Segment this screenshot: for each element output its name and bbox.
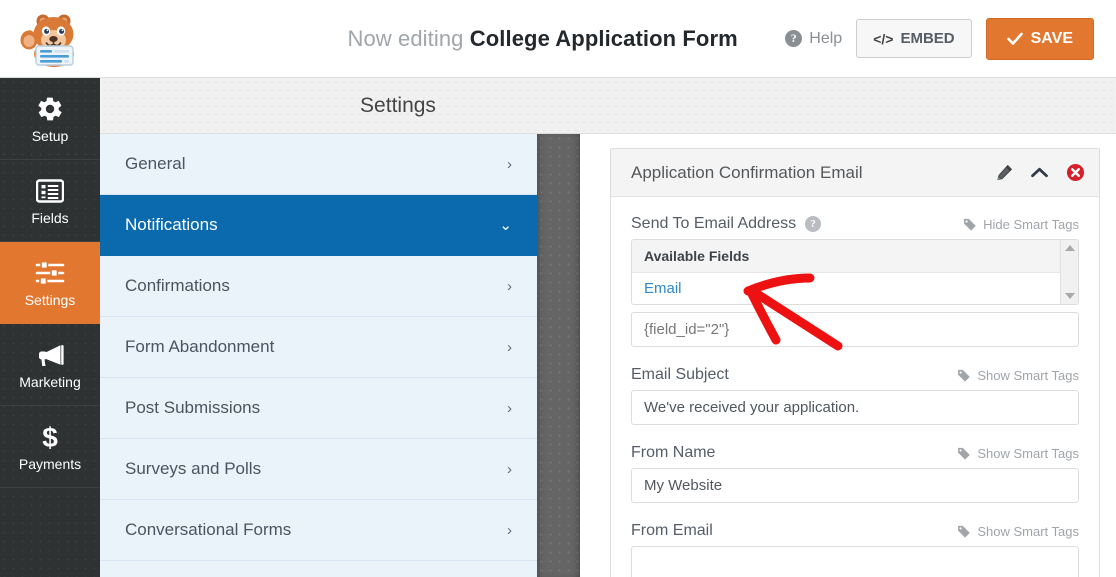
red-delete-circle-icon[interactable] [1066,163,1085,182]
sidebar-item-fields[interactable]: Fields [0,160,100,242]
chevron-right-icon: › [507,460,512,478]
menu-item-label: Notifications [125,215,218,234]
from-name-input[interactable] [631,468,1079,503]
sidebar-item-settings[interactable]: Settings [0,242,100,324]
tag-icon [958,369,971,382]
dollar-sign-icon: $ [38,422,62,452]
editing-prefix: Now editing [347,25,464,51]
notification-card-body: Send To Email Address ? Hide Smart Tags … [611,197,1099,577]
tag-icon [958,525,971,538]
scroll-down-arrow-icon[interactable] [1064,293,1075,299]
from-email-row: From Email Show Smart Tags [631,522,1079,540]
notification-card: Application Confirmation Email Send To E… [610,148,1100,577]
sidebar-item-setup[interactable]: Setup [0,78,100,160]
menu-item-label: General [125,154,186,173]
sidebar-item-label: Fields [31,209,69,226]
chevron-right-icon: › [507,338,512,356]
hide-smart-tags-link[interactable]: Hide Smart Tags [963,217,1079,232]
code-brackets-icon: </> [873,30,894,47]
check-icon [1006,32,1023,45]
question-circle-icon: ? [785,30,803,47]
chevron-right-icon: › [507,521,512,539]
show-smart-tags-link-from-email[interactable]: Show Smart Tags [957,524,1079,539]
from-email-label: From Email [631,522,713,539]
menu-item-label: Surveys and Polls [125,459,262,478]
megaphone-icon [35,340,65,370]
menu-item-label: Confirmations [125,276,230,295]
app-header: Now editing College Application Form ? H… [0,0,1116,78]
settings-menu-item-post-submissions[interactable]: Post Submissions › [100,378,537,439]
notification-settings-pane: Application Confirmation Email Send To E… [580,134,1116,577]
chevron-right-icon: › [507,277,512,295]
email-subject-label: Email Subject [631,366,729,383]
wpforms-bear-logo [0,0,100,78]
menu-item-label: Conversational Forms [125,520,292,539]
builder-sidebar: Setup Fields Settings Marketing $ Paymen… [0,78,100,577]
scroll-up-arrow-icon[interactable] [1064,245,1075,251]
settings-menu-item-surveys-and-polls[interactable]: Surveys and Polls › [100,439,537,500]
notification-title: Application Confirmation Email [631,162,863,182]
send-to-email-input[interactable] [631,312,1079,347]
email-subject-input[interactable] [631,390,1079,425]
sidebar-item-label: Setup [31,127,69,144]
save-button[interactable]: SAVE [985,17,1094,60]
notification-header-actions [996,163,1085,182]
sidebar-item-marketing[interactable]: Marketing [0,324,100,406]
send-to-email-label: Send To Email Address ? [631,215,822,233]
panel-scrollbar[interactable] [537,134,580,577]
svg-text:$: $ [42,422,58,452]
smart-tags-scrollbar[interactable] [1060,240,1078,304]
form-name: College Application Form [469,25,738,51]
available-field-email[interactable]: Email [632,273,1078,304]
settings-titlebar: Settings [100,78,1116,134]
send-to-email-row: Send To Email Address ? Hide Smart Tags [631,215,1079,233]
chevron-right-icon: › [507,155,512,173]
available-fields-header: Available Fields [632,240,1078,272]
sliders-icon [35,258,65,288]
smart-tags-dropdown: Available Fields Email [631,239,1079,305]
sidebar-item-label: Payments [18,455,82,472]
header-actions: ? Help </> EMBED SAVE [785,17,1116,60]
save-label: SAVE [1030,29,1073,47]
pencil-edit-icon[interactable] [996,164,1013,181]
sidebar-item-label: Marketing [19,373,81,390]
from-name-label: From Name [631,444,716,461]
available-fields-list: Email [632,272,1078,304]
embed-button[interactable]: </> EMBED [856,19,972,58]
notification-card-header: Application Confirmation Email [611,149,1099,197]
settings-menu-item-confirmations[interactable]: Confirmations › [100,256,537,317]
tag-icon [958,447,971,460]
settings-menu-item-general[interactable]: General › [100,134,537,195]
help-label: Help [809,29,843,47]
page-title: Settings [360,93,436,117]
chevron-right-icon: › [507,399,512,417]
from-name-row: From Name Show Smart Tags [631,444,1079,462]
wpforms-form-builder: Now editing College Application Form ? H… [0,0,1116,577]
embed-label: EMBED [900,30,955,47]
sidebar-item-payments[interactable]: $ Payments [0,406,100,488]
show-smart-tags-link-subject[interactable]: Show Smart Tags [957,368,1079,383]
settings-menu-item-conversational-forms[interactable]: Conversational Forms › [100,500,537,561]
tag-icon [964,218,976,231]
sidebar-item-label: Settings [24,291,76,308]
settings-menu-item-notifications[interactable]: Notifications ⌄ [100,195,537,256]
settings-menu-item-form-abandonment[interactable]: Form Abandonment › [100,317,537,378]
chevron-down-icon: ⌄ [499,216,512,234]
menu-item-label: Form Abandonment [125,337,275,356]
gear-icon [36,94,64,124]
chevron-up-collapse-icon[interactable] [1030,166,1049,179]
from-email-input[interactable] [631,546,1079,577]
email-subject-row: Email Subject Show Smart Tags [631,366,1079,384]
list-form-icon [36,176,64,206]
menu-item-label: Post Submissions [125,398,261,417]
show-smart-tags-link-from-name[interactable]: Show Smart Tags [957,446,1079,461]
help-button[interactable]: ? Help [785,30,842,48]
question-circle-icon[interactable]: ? [805,216,822,232]
settings-menu: General › Notifications ⌄ Confirmations … [100,134,537,577]
page-editing-title: Now editing College Application Form [100,26,785,52]
